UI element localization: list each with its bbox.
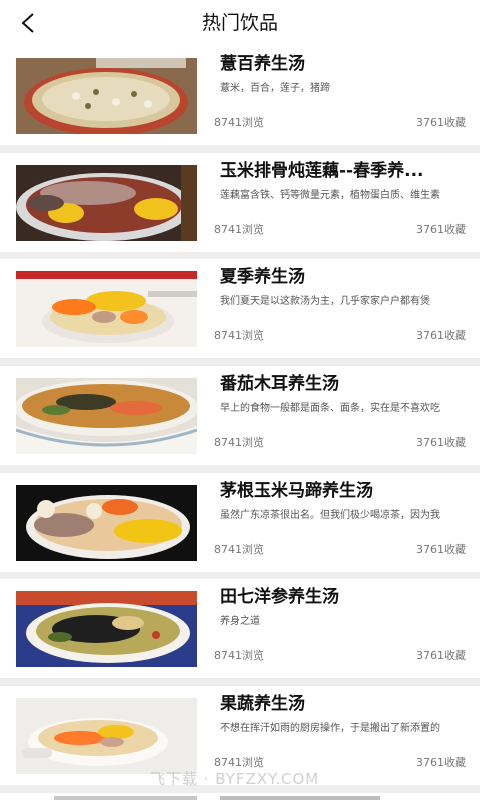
item-thumbnail	[16, 591, 197, 668]
item-thumbnail	[16, 58, 197, 134]
item-favs: 3761收藏	[416, 542, 466, 556]
item-title: 田七洋参养生汤	[220, 587, 339, 608]
divider	[0, 145, 480, 153]
list-item[interactable]: 薏百养生汤 薏米，百合，莲子，猪蹄 8741浏览 3761收藏	[0, 46, 480, 145]
item-favs: 3761收藏	[416, 756, 466, 770]
drink-list: 薏百养生汤 薏米，百合，莲子，猪蹄 8741浏览 3761收藏 玉米排骨炖莲藕-…	[0, 46, 480, 793]
item-thumbnail	[16, 378, 197, 455]
item-thumbnail	[16, 698, 197, 775]
item-views: 8741浏览	[214, 116, 264, 129]
app-screen: 热门饮品 薏百养生汤 薏米，百合，莲子，猪蹄 8741浏览 3761收藏 玉米排…	[0, 0, 480, 800]
divider	[0, 358, 480, 367]
item-title: 果蔬养生汤	[220, 694, 305, 715]
header-bar: 热门饮品	[0, 0, 480, 46]
item-title: 薏百养生汤	[220, 54, 305, 74]
list-item[interactable]: 田七洋参养生汤 养身之道 8741浏览 3761收藏	[0, 579, 480, 679]
item-favs: 3761收藏	[416, 116, 466, 129]
divider	[0, 465, 480, 473]
item-favs: 3761收藏	[416, 329, 466, 343]
item-views: 8741浏览	[214, 436, 264, 450]
item-desc: 早上的食物一般都是面条、面条，实在是不喜欢吃	[220, 403, 440, 415]
list-item[interactable]: 茅根玉米马蹄养生汤 虽然广东凉茶很出名。但我们极少喝凉茶，因为我 8741浏览 …	[0, 472, 480, 572]
item-favs: 3761收藏	[416, 436, 466, 450]
page-title: 热门饮品	[201, 12, 278, 34]
item-desc: 薏米，百合，莲子，猪蹄	[220, 83, 330, 94]
list-item[interactable]: 番茄木耳养生汤 早上的食物一般都是面条、面条，实在是不喜欢吃 8741浏览 37…	[0, 366, 480, 466]
divider	[0, 251, 480, 260]
item-views: 8741浏览	[214, 649, 264, 663]
item-title: 夏季养生汤	[220, 267, 305, 288]
item-favs: 3761收藏	[416, 222, 466, 236]
list-item[interactable]: 夏季养生汤 我们夏天是以这款汤为主，几乎家家户户都有煲 8741浏览 3761收…	[0, 259, 480, 359]
item-thumbnail	[16, 271, 197, 348]
item-title: 番茄木耳养生汤	[220, 374, 339, 395]
item-title: 茅根玉米马蹄养生汤	[220, 480, 373, 501]
item-title: 玉米排骨炖莲藕--春季养...	[220, 160, 424, 181]
item-views: 8741浏览	[214, 542, 264, 556]
item-desc: 我们夏天是以这款汤为主，几乎家家户户都有煲	[220, 296, 430, 308]
next-item-peek	[0, 794, 480, 800]
item-thumbnail	[16, 164, 197, 241]
item-thumbnail	[16, 484, 197, 561]
item-desc: 不想在挥汗如雨的厨房操作，于是搬出了新添置的	[220, 723, 440, 735]
divider	[0, 571, 480, 580]
item-desc: 莲藕富含铁、钙等微量元素，植物蛋白质、维生素	[220, 189, 440, 201]
item-favs: 3761收藏	[416, 649, 466, 663]
item-views: 8741浏览	[214, 222, 264, 236]
item-views: 8741浏览	[214, 329, 264, 343]
list-item[interactable]: 玉米排骨炖莲藕--春季养... 莲藕富含铁、钙等微量元素，植物蛋白质、维生素 8…	[0, 152, 480, 252]
watermark: 飞下载 · BYFZXY.COM	[150, 770, 320, 788]
item-desc: 虽然广东凉茶很出名。但我们极少喝凉茶，因为我	[220, 509, 440, 521]
divider	[0, 678, 480, 687]
item-desc: 养身之道	[220, 616, 260, 628]
